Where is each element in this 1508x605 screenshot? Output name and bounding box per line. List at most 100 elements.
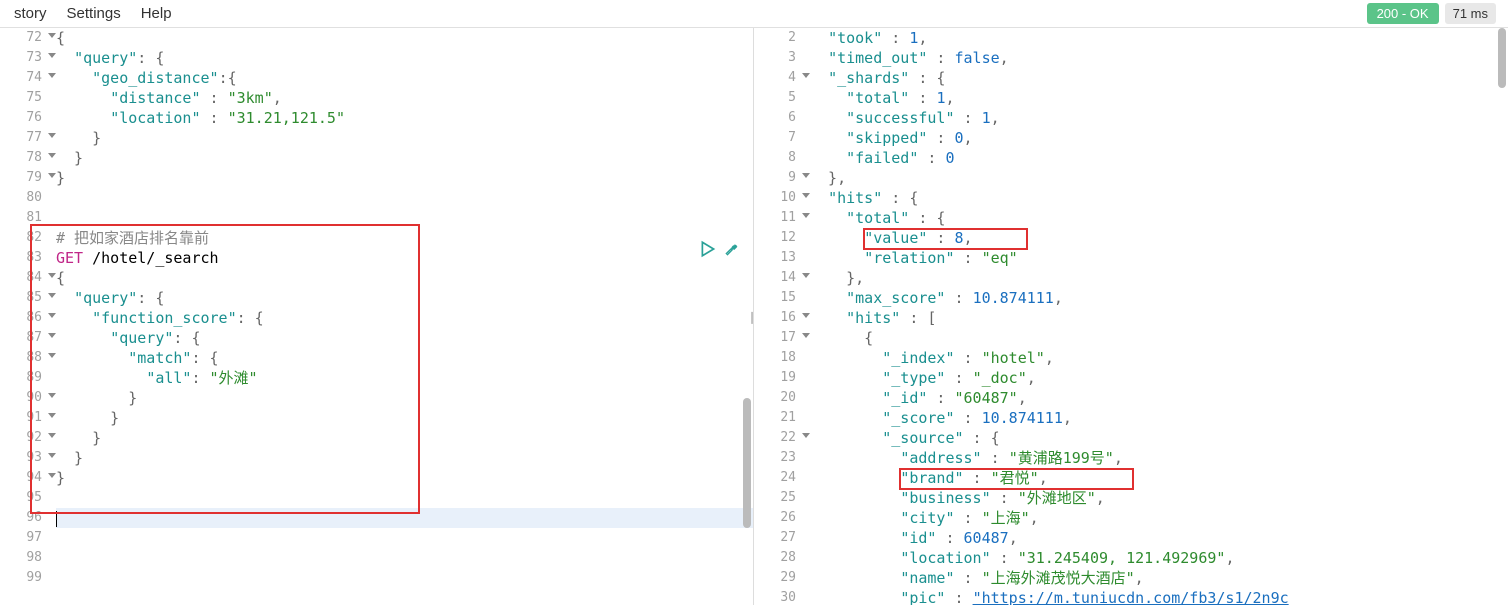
line-number: 11 — [754, 208, 802, 228]
code-line[interactable]: "took" : 1, — [810, 28, 1508, 48]
code-line[interactable] — [56, 188, 753, 208]
status-badge: 200 - OK — [1367, 3, 1439, 24]
line-number: 95 — [0, 488, 48, 508]
code-line[interactable]: GET /hotel/_search — [56, 248, 753, 268]
code-line[interactable]: "_type" : "_doc", — [810, 368, 1508, 388]
line-number: 96 — [0, 508, 48, 528]
fold-icon[interactable] — [48, 293, 56, 298]
fold-icon[interactable] — [802, 73, 810, 78]
menu-help[interactable]: Help — [131, 3, 182, 24]
code-line[interactable] — [56, 508, 753, 528]
menu-settings[interactable]: Settings — [57, 3, 131, 24]
code-line[interactable] — [56, 488, 753, 508]
fold-icon[interactable] — [48, 413, 56, 418]
response-pane[interactable]: 2345678910111213141516171819202122232425… — [754, 28, 1508, 605]
code-line[interactable]: "hits" : [ — [810, 308, 1508, 328]
code-line[interactable]: } — [56, 448, 753, 468]
code-line[interactable]: # 把如家酒店排名靠前 — [56, 228, 753, 248]
code-line[interactable]: { — [56, 28, 753, 48]
code-line[interactable]: { — [56, 268, 753, 288]
editor-panes: 7273747576777879808182838485868788899091… — [0, 28, 1508, 605]
code-line[interactable] — [56, 208, 753, 228]
fold-icon[interactable] — [48, 393, 56, 398]
fold-icon[interactable] — [802, 333, 810, 338]
scrollbar-left[interactable] — [743, 398, 751, 528]
run-query-icon[interactable] — [699, 240, 717, 258]
line-number: 90 — [0, 388, 48, 408]
code-line[interactable]: } — [56, 148, 753, 168]
code-line[interactable]: "distance" : "3km", — [56, 88, 753, 108]
fold-icon[interactable] — [48, 73, 56, 78]
line-number: 24 — [754, 468, 802, 488]
menu-story[interactable]: story — [4, 3, 57, 24]
code-line[interactable] — [56, 548, 753, 568]
scrollbar-right[interactable] — [1498, 28, 1506, 88]
code-line[interactable]: "pic" : "https://m.tuniucdn.com/fb3/s1/2… — [810, 588, 1508, 605]
fold-icon[interactable] — [48, 53, 56, 58]
fold-icon[interactable] — [48, 353, 56, 358]
code-line[interactable]: "query": { — [56, 328, 753, 348]
fold-icon[interactable] — [802, 213, 810, 218]
fold-icon[interactable] — [48, 313, 56, 318]
code-line[interactable] — [56, 528, 753, 548]
code-line[interactable]: "total" : { — [810, 208, 1508, 228]
code-line[interactable]: "address" : "黄浦路199号", — [810, 448, 1508, 468]
code-line[interactable]: "max_score" : 10.874111, — [810, 288, 1508, 308]
code-line[interactable]: "hits" : { — [810, 188, 1508, 208]
code-line[interactable]: "function_score": { — [56, 308, 753, 328]
fold-icon[interactable] — [802, 193, 810, 198]
code-line[interactable]: "_shards" : { — [810, 68, 1508, 88]
code-line[interactable]: "failed" : 0 — [810, 148, 1508, 168]
fold-icon[interactable] — [48, 173, 56, 178]
code-line[interactable]: "location" : "31.245409, 121.492969", — [810, 548, 1508, 568]
fold-icon[interactable] — [802, 173, 810, 178]
code-line[interactable]: "brand" : "君悦", — [810, 468, 1508, 488]
fold-icon[interactable] — [48, 433, 56, 438]
code-line[interactable]: "total" : 1, — [810, 88, 1508, 108]
code-line[interactable]: "all": "外滩" — [56, 368, 753, 388]
request-pane[interactable]: 7273747576777879808182838485868788899091… — [0, 28, 754, 605]
code-line[interactable]: "_score" : 10.874111, — [810, 408, 1508, 428]
code-line[interactable]: "timed_out" : false, — [810, 48, 1508, 68]
code-line[interactable]: "match": { — [56, 348, 753, 368]
fold-icon[interactable] — [802, 313, 810, 318]
code-line[interactable]: "city" : "上海", — [810, 508, 1508, 528]
code-line[interactable]: "_id" : "60487", — [810, 388, 1508, 408]
code-line[interactable]: "query": { — [56, 48, 753, 68]
code-line[interactable]: }, — [810, 168, 1508, 188]
code-line[interactable]: "skipped" : 0, — [810, 128, 1508, 148]
fold-icon[interactable] — [48, 133, 56, 138]
code-line[interactable]: } — [56, 428, 753, 448]
code-line[interactable]: "business" : "外滩地区", — [810, 488, 1508, 508]
fold-icon[interactable] — [48, 153, 56, 158]
code-line[interactable]: "successful" : 1, — [810, 108, 1508, 128]
code-line[interactable]: } — [56, 468, 753, 488]
fold-icon[interactable] — [48, 33, 56, 38]
fold-icon[interactable] — [48, 273, 56, 278]
code-line[interactable]: "id" : 60487, — [810, 528, 1508, 548]
code-line[interactable]: { — [810, 328, 1508, 348]
code-line[interactable]: "_source" : { — [810, 428, 1508, 448]
code-line[interactable]: "_index" : "hotel", — [810, 348, 1508, 368]
line-number: 94 — [0, 468, 48, 488]
code-line[interactable]: "relation" : "eq" — [810, 248, 1508, 268]
code-line[interactable]: } — [56, 128, 753, 148]
code-line[interactable]: } — [56, 168, 753, 188]
fold-icon[interactable] — [48, 453, 56, 458]
code-line[interactable] — [56, 568, 753, 588]
code-line[interactable]: } — [56, 388, 753, 408]
code-line[interactable]: }, — [810, 268, 1508, 288]
code-line[interactable]: "name" : "上海外滩茂悦大酒店", — [810, 568, 1508, 588]
code-line[interactable]: "location" : "31.21,121.5" — [56, 108, 753, 128]
code-line[interactable]: "geo_distance":{ — [56, 68, 753, 88]
line-number: 93 — [0, 448, 48, 468]
fold-icon[interactable] — [802, 273, 810, 278]
wrench-icon[interactable] — [723, 240, 741, 258]
code-line[interactable]: "query": { — [56, 288, 753, 308]
code-line[interactable]: } — [56, 408, 753, 428]
fold-icon[interactable] — [48, 473, 56, 478]
code-line[interactable]: "value" : 8, — [810, 228, 1508, 248]
fold-icon[interactable] — [802, 433, 810, 438]
fold-icon[interactable] — [48, 333, 56, 338]
line-number: 87 — [0, 328, 48, 348]
